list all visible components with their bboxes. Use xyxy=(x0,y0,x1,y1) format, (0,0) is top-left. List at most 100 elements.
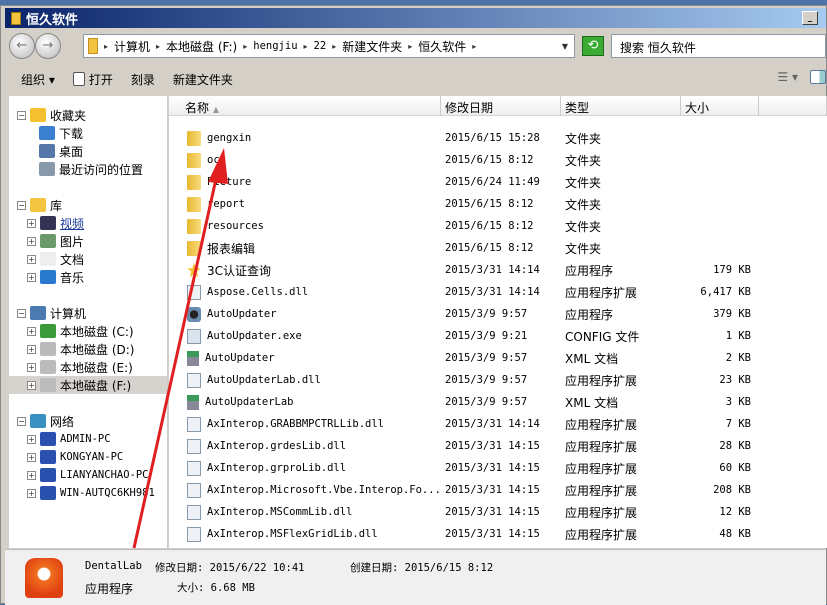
libraries-icon xyxy=(30,198,46,212)
file-row[interactable]: report 2015/6/15 8:12 文件夹 xyxy=(169,193,769,215)
file-row[interactable]: 报表编辑 2015/6/15 8:12 文件夹 xyxy=(169,237,769,259)
folder-icon xyxy=(187,152,201,168)
file-row[interactable]: AxInterop.grproLib.dll 2015/3/31 14:15 应用程… xyxy=(169,457,769,479)
upd-icon xyxy=(187,306,201,322)
file-row[interactable]: AxInterop.MSFlexGridLib.dll 2015/3/31 14:… xyxy=(169,523,769,545)
preview-pane-icon[interactable] xyxy=(810,70,826,84)
back-button[interactable]: ← xyxy=(9,33,35,59)
expand-icon[interactable]: + xyxy=(27,380,36,390)
file-row[interactable]: Aspose.Cells.dll 2015/3/31 14:14 应用程序扩展 6,4… xyxy=(169,281,769,303)
file-row[interactable]: AutoUpdaterLab.dll 2015/3/9 9:57 应用程序扩展 23 … xyxy=(169,369,769,391)
file-row[interactable]: resources 2015/6/15 8:12 文件夹 xyxy=(169,215,769,237)
file-row[interactable]: AutoUpdaterLab 2015/3/9 9:57 XML 文档 3 KB xyxy=(169,391,769,413)
nav-group-computer[interactable]: − 计算机 xyxy=(17,304,86,322)
nav-group-libraries[interactable]: − 库 xyxy=(17,196,62,214)
libraries-item-icon xyxy=(40,234,56,248)
crumb-new-folder[interactable]: 新建文件夹 xyxy=(342,38,402,55)
nav-item-libraries-0[interactable]: + 视频 xyxy=(9,214,167,232)
network-item-icon xyxy=(40,450,56,464)
nav-item-computer-1[interactable]: + 本地磁盘 (D:) xyxy=(9,340,167,358)
expand-icon[interactable]: + xyxy=(27,326,36,336)
column-name[interactable]: 名称 ▲ xyxy=(169,96,441,116)
refresh-button[interactable]: ⟲ xyxy=(582,36,604,56)
column-date[interactable]: 修改日期 xyxy=(441,96,561,116)
file-row[interactable]: AxInterop.Microsoft.Vbe.Interop.Fo... 201… xyxy=(169,479,769,501)
expand-icon[interactable]: + xyxy=(27,254,36,264)
file-row[interactable]: AutoUpdater.exe 2015/3/9 9:21 CONFIG 文件 1 K… xyxy=(169,325,769,347)
file-row[interactable]: 3C认证查询 2015/3/31 14:14 应用程序 179 KB xyxy=(169,259,769,281)
address-dropdown-icon[interactable]: ▼ xyxy=(562,42,568,51)
crumb-current[interactable]: 恒久软件 xyxy=(418,38,466,55)
nav-item-libraries-2[interactable]: + 文档 xyxy=(9,250,167,268)
folder-icon xyxy=(11,11,21,25)
nav-item-network-0[interactable]: + ADMIN-PC xyxy=(9,430,167,448)
expand-icon[interactable]: + xyxy=(27,434,36,444)
view-options-icon[interactable]: ☰ ▾ xyxy=(777,70,798,84)
collapse-icon[interactable]: − xyxy=(17,308,26,318)
file-row[interactable]: gengxin 2015/6/15 15:28 文件夹 xyxy=(169,127,769,149)
folder-icon xyxy=(88,38,98,54)
new-folder-button[interactable]: 新建文件夹 xyxy=(173,71,233,88)
cfg-icon xyxy=(187,328,201,344)
file-row[interactable]: AxInterop.grdesLib.dll 2015/3/31 14:15 应用程… xyxy=(169,435,769,457)
forward-button[interactable]: → xyxy=(35,33,61,59)
dll-icon xyxy=(187,416,201,432)
xml-icon xyxy=(187,394,199,410)
nav-item-favorites-0[interactable]: 下载 xyxy=(39,124,83,142)
nav-group-network[interactable]: − 网络 xyxy=(17,412,74,430)
collapse-icon[interactable]: − xyxy=(17,110,26,120)
expand-icon[interactable]: + xyxy=(27,344,36,354)
computer-item-icon xyxy=(40,360,56,374)
nav-item-favorites-1[interactable]: 桌面 xyxy=(39,142,83,160)
file-row[interactable]: Picture 2015/6/24 11:49 文件夹 xyxy=(169,171,769,193)
nav-item-favorites-2[interactable]: 最近访问的位置 xyxy=(39,160,143,178)
expand-icon[interactable]: + xyxy=(27,470,36,480)
app-icon xyxy=(25,558,63,598)
crumb-drive[interactable]: 本地磁盘 (F:) xyxy=(166,38,237,55)
expand-icon[interactable]: + xyxy=(27,362,36,372)
expand-icon[interactable]: + xyxy=(27,236,36,246)
minimize-button[interactable]: _ xyxy=(802,11,818,25)
nav-group-favorites[interactable]: − 收藏夹 xyxy=(17,106,86,124)
column-type[interactable]: 类型 xyxy=(561,96,681,116)
nav-item-computer-2[interactable]: + 本地磁盘 (E:) xyxy=(9,358,167,376)
nav-item-libraries-1[interactable]: + 图片 xyxy=(9,232,167,250)
collapse-icon[interactable]: − xyxy=(17,416,26,426)
file-row[interactable]: AxInterop.MSCommLib.dll 2015/3/31 14:15 应用… xyxy=(169,501,769,523)
nav-item-network-2[interactable]: + LIANYANCHAO-PC xyxy=(9,466,167,484)
network-item-icon xyxy=(40,432,56,446)
expand-icon[interactable]: + xyxy=(27,488,36,498)
expand-icon[interactable]: + xyxy=(27,272,36,282)
file-row[interactable]: ocx 2015/6/15 8:12 文件夹 xyxy=(169,149,769,171)
nav-item-computer-0[interactable]: + 本地磁盘 (C:) xyxy=(9,322,167,340)
crumb-hengjiu[interactable]: hengjiu xyxy=(253,40,297,52)
folder-icon xyxy=(187,218,201,234)
nav-item-computer-3[interactable]: + 本地磁盘 (F:) xyxy=(9,376,167,394)
crumb-22[interactable]: 22 xyxy=(314,40,327,52)
details-pane: DentalLab 修改日期: 2015/6/22 10:41 创建日期: 20… xyxy=(5,549,826,605)
nav-item-libraries-3[interactable]: + 音乐 xyxy=(9,268,167,286)
burn-button[interactable]: 刻录 xyxy=(131,71,155,88)
file-row[interactable]: AutoUpdater 2015/3/9 9:57 XML 文档 2 KB xyxy=(169,347,769,369)
toolbar: 组织 ▾ 打开 刻录 新建文件夹 ☰ ▾ xyxy=(5,64,826,94)
organize-button[interactable]: 组织 ▾ xyxy=(21,71,55,88)
expand-icon[interactable]: + xyxy=(27,218,36,228)
detail-type: 应用程序 xyxy=(85,582,134,596)
nav-item-network-3[interactable]: + WIN-AUTQC6KH981 xyxy=(9,484,167,502)
file-row[interactable]: AxInterop.GRABBMPCTRLLib.dll 2015/3/31 14… xyxy=(169,413,769,435)
nav-item-network-1[interactable]: + KONGYAN-PC xyxy=(9,448,167,466)
open-button[interactable]: 打开 xyxy=(72,71,113,88)
breadcrumb[interactable]: ▸ 计算机 ▸ 本地磁盘 (F:) ▸ hengjiu ▸ 22 ▸ 新建文件夹 ▸ 恒久软… xyxy=(83,34,575,58)
detail-name: DentalLab xyxy=(85,560,142,572)
navigation-pane: − 收藏夹 下载 桌面 最近访问的位置 − 库 + 视频 + 图片 + 文档 + 音乐 − 计算机 + 本地磁盘 (… xyxy=(9,96,168,548)
file-row[interactable]: AutoUpdater 2015/3/9 9:57 应用程序 379 KB xyxy=(169,303,769,325)
favorites-item-icon xyxy=(39,126,55,140)
collapse-icon[interactable]: − xyxy=(17,200,26,210)
open-icon xyxy=(72,72,85,86)
explorer-window: 恒久软件 _ ← → ▸ 计算机 ▸ 本地磁盘 (F:) ▸ hengjiu ▸ 22 … xyxy=(0,5,827,605)
crumb-computer[interactable]: 计算机 xyxy=(114,38,150,55)
computer-item-icon xyxy=(40,342,56,356)
expand-icon[interactable]: + xyxy=(27,452,36,462)
column-size[interactable]: 大小 xyxy=(681,96,759,116)
search-input[interactable]: 搜索 恒久软件 xyxy=(611,34,826,58)
